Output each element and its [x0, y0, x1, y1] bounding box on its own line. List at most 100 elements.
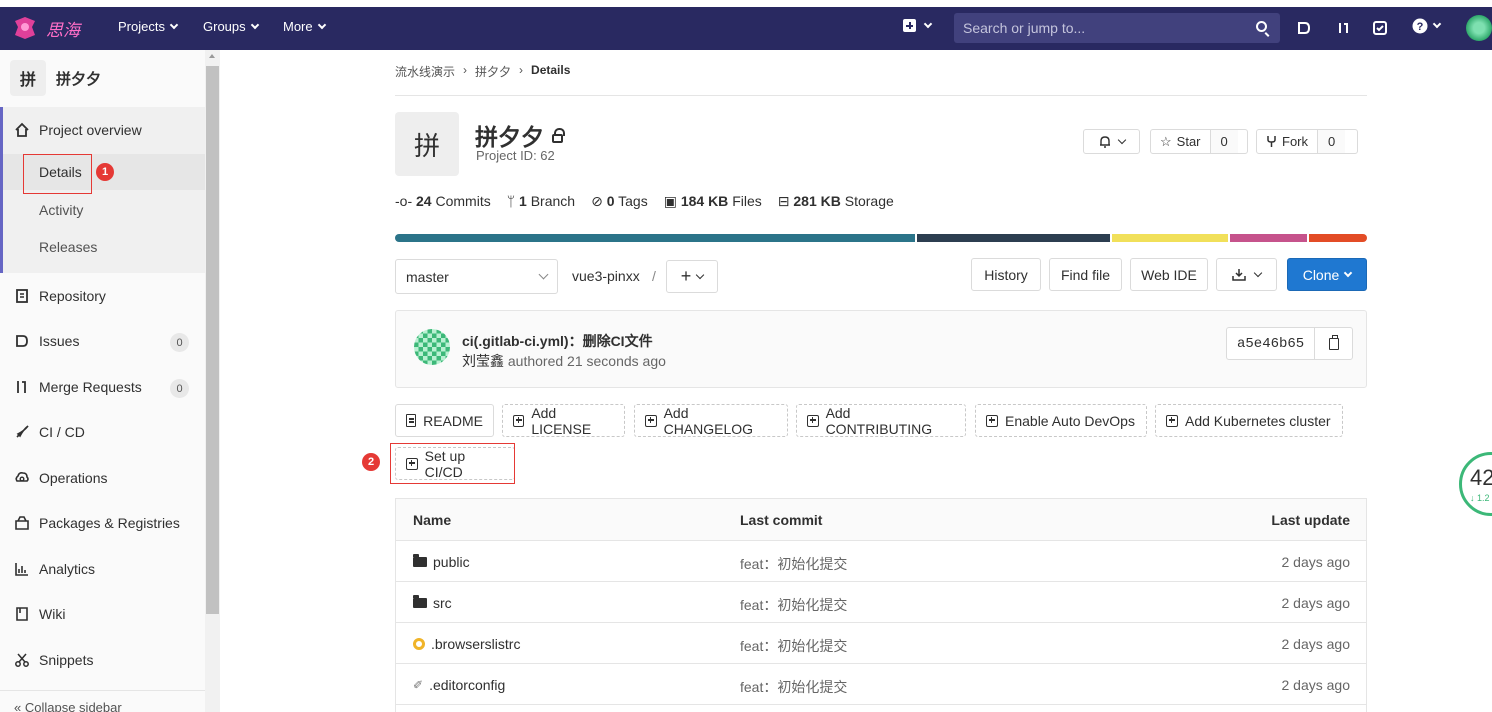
- history-button[interactable]: History: [971, 258, 1041, 291]
- table-row[interactable]: public feat：初始化提交 2 days ago: [396, 541, 1366, 582]
- merge-requests-icon[interactable]: [1337, 21, 1351, 35]
- file-name: .editorconfig: [429, 677, 506, 693]
- file-name-cell[interactable]: ✐ .editorconfig: [413, 677, 505, 693]
- new-menu-button[interactable]: [903, 19, 933, 32]
- download-icon: [1232, 269, 1246, 281]
- commit-icon: -o-: [395, 193, 413, 209]
- branch-icon: ᛘ: [506, 193, 516, 209]
- sidebar-item-project-overview[interactable]: Project overview: [14, 122, 142, 138]
- help-menu[interactable]: ?: [1412, 18, 1442, 34]
- file-name-cell[interactable]: .browserslistrc: [413, 636, 520, 652]
- editorconfig-icon: ✐: [413, 678, 424, 692]
- logo[interactable]: 思海: [12, 13, 102, 43]
- add-license-button[interactable]: Add LICENSE: [502, 404, 625, 437]
- stat-commits[interactable]: -o- 24 Commits: [395, 193, 491, 210]
- search-icon[interactable]: [1256, 21, 1267, 32]
- commit-sha[interactable]: a5e46b65: [1227, 336, 1314, 352]
- commit-meta: 刘莹鑫 authored 21 seconds ago: [462, 351, 666, 371]
- sidebar-item-wiki[interactable]: Wiki: [14, 606, 65, 622]
- add-kubernetes-cluster-button[interactable]: Add Kubernetes cluster: [1155, 404, 1343, 437]
- clone-dropdown[interactable]: Clone: [1287, 258, 1367, 291]
- find-file-button[interactable]: Find file: [1049, 258, 1122, 291]
- add-to-tree-dropdown[interactable]: +: [666, 260, 718, 293]
- svg-text:?: ?: [1417, 21, 1424, 33]
- file-commit-message[interactable]: feat：初始化提交: [740, 677, 847, 697]
- fork-count[interactable]: 0: [1317, 130, 1346, 153]
- stat-branches[interactable]: ᛘ 1 Branch: [507, 193, 575, 210]
- commit-author[interactable]: 刘莹鑫: [462, 353, 504, 369]
- collapse-sidebar-button[interactable]: « Collapse sidebar: [14, 700, 122, 712]
- file-commit-message[interactable]: feat：初始化提交: [740, 636, 847, 656]
- groups-menu[interactable]: Groups: [203, 19, 259, 34]
- scrollbar-thumb[interactable]: [206, 66, 219, 614]
- todo-icon[interactable]: [1373, 21, 1387, 35]
- performance-widget[interactable]: 42 ↓ 1.2: [1459, 452, 1492, 516]
- star-count[interactable]: 0: [1209, 130, 1238, 153]
- language-segment[interactable]: [395, 234, 916, 242]
- copy-sha-button[interactable]: [1314, 328, 1352, 359]
- repo-path-root[interactable]: vue3-pinxx: [572, 268, 640, 284]
- sidebar-item-repository[interactable]: Repository: [14, 288, 106, 304]
- search-box[interactable]: [954, 13, 1280, 43]
- commit-author-avatar[interactable]: [414, 329, 450, 365]
- language-segment[interactable]: [1230, 234, 1308, 242]
- file-name-cell[interactable]: public: [413, 554, 470, 570]
- add-contributing-button[interactable]: Add CONTRIBUTING: [796, 404, 966, 437]
- breadcrumb-project[interactable]: 拼夕夕: [475, 63, 511, 80]
- sidebar-item-cicd[interactable]: CI / CD: [14, 424, 85, 440]
- clone-label: Clone: [1302, 266, 1340, 283]
- sidebar-scrollbar[interactable]: [205, 50, 220, 712]
- user-avatar[interactable]: [1466, 15, 1492, 41]
- projects-menu[interactable]: Projects: [118, 19, 179, 34]
- commit-title[interactable]: ci(.gitlab-ci.yml)：删除CI文件: [462, 331, 653, 351]
- readme-button[interactable]: README: [395, 404, 494, 437]
- language-segment[interactable]: [1112, 234, 1229, 242]
- file-commit-message[interactable]: feat：初始化提交: [740, 595, 847, 615]
- issues-count-badge: 0: [170, 333, 189, 352]
- sidebar-item-operations[interactable]: Operations: [14, 470, 107, 486]
- stat-tags[interactable]: ⊘ 0 Tags: [591, 193, 648, 210]
- merge-requests-icon: [17, 381, 26, 393]
- notification-dropdown[interactable]: [1083, 129, 1140, 154]
- folder-icon: [413, 554, 427, 567]
- star-button[interactable]: ☆ Star 0: [1150, 129, 1248, 154]
- table-row[interactable]: src feat：初始化提交 2 days ago: [396, 582, 1366, 623]
- file-name-cell[interactable]: src: [413, 595, 452, 611]
- stat-storage[interactable]: ⊟ 281 KB Storage: [778, 193, 894, 210]
- sidebar-item-activity[interactable]: Activity: [39, 202, 83, 218]
- scroll-up-icon[interactable]: [209, 54, 215, 58]
- issues-icon[interactable]: [1297, 21, 1311, 35]
- sidebar-item-issues[interactable]: Issues: [14, 333, 79, 349]
- sidebar-item-label: Analytics: [39, 561, 96, 577]
- sidebar-item-packages[interactable]: Packages & Registries: [14, 515, 180, 531]
- sidebar-project-header[interactable]: 拼 拼夕夕: [10, 58, 101, 98]
- sidebar-item-releases[interactable]: Releases: [39, 239, 97, 255]
- file-updated-time: 2 days ago: [1281, 595, 1351, 611]
- search-input[interactable]: [954, 13, 1244, 43]
- repository-languages-bar[interactable]: [395, 234, 1367, 242]
- sidebar-item-label: Packages & Registries: [39, 515, 180, 531]
- breadcrumb-group[interactable]: 流水线演示: [395, 63, 455, 80]
- breadcrumb-current[interactable]: Details: [531, 63, 570, 80]
- file-commit-message[interactable]: feat：初始化提交: [740, 554, 847, 574]
- language-segment[interactable]: [1309, 234, 1367, 242]
- table-row[interactable]: .browserslistrc feat：初始化提交 2 days ago: [396, 623, 1366, 664]
- file-icon: ▣: [663, 193, 677, 209]
- plus-square-icon: [513, 414, 525, 427]
- sidebar-item-label: Project overview: [39, 122, 142, 138]
- sidebar-item-snippets[interactable]: Snippets: [14, 652, 93, 668]
- plus-square-icon: [986, 414, 998, 427]
- more-menu[interactable]: More: [283, 19, 326, 34]
- sidebar-item-merge-requests[interactable]: Merge Requests: [14, 379, 142, 395]
- language-segment[interactable]: [917, 234, 1111, 242]
- enable-auto-devops-button[interactable]: Enable Auto DevOps: [975, 404, 1147, 437]
- commit-authored-time: authored 21 seconds ago: [507, 353, 666, 369]
- branch-selector[interactable]: master: [395, 259, 558, 294]
- sidebar-item-analytics[interactable]: Analytics: [14, 561, 95, 577]
- web-ide-button[interactable]: Web IDE: [1130, 258, 1208, 291]
- table-row[interactable]: ✐ .editorconfig feat：初始化提交 2 days ago: [396, 664, 1366, 705]
- fork-button[interactable]: Fork 0: [1256, 129, 1358, 154]
- download-dropdown[interactable]: [1216, 258, 1277, 291]
- stat-files[interactable]: ▣ 184 KB Files: [664, 193, 762, 210]
- add-changelog-button[interactable]: Add CHANGELOG: [634, 404, 788, 437]
